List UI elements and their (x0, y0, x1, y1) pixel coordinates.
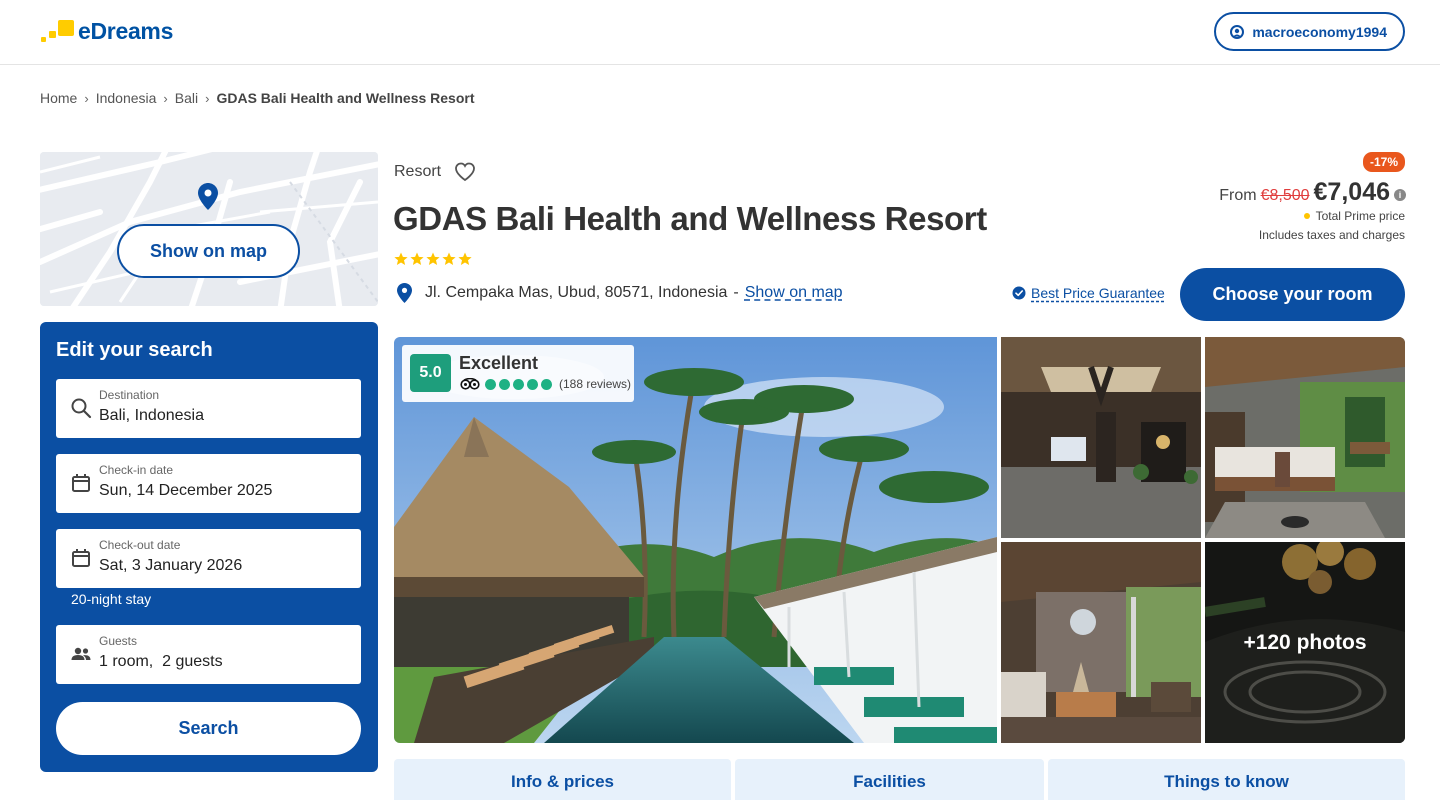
tab-facilities[interactable]: Facilities (735, 759, 1044, 800)
show-on-map-link[interactable]: Show on map (745, 284, 843, 302)
prime-label: Total Prime price (1315, 209, 1405, 223)
search-panel-title: Edit your search (56, 339, 213, 361)
guarantee-label: Best Price Guarantee (1031, 285, 1165, 301)
best-price-guarantee-link[interactable]: Best Price Guarantee (1012, 285, 1165, 301)
address-row: Jl. Cempaka Mas, Ubud, 80571, Indonesia … (397, 283, 843, 303)
rating-card[interactable]: 5.0 Excellent (188 reviews) (402, 345, 634, 402)
rating-dot (485, 378, 496, 390)
photo-lobby[interactable] (1001, 337, 1201, 538)
calendar-icon (72, 549, 90, 567)
checkout-value: Sat, 3 January 2026 (99, 557, 243, 574)
prime-dot-icon (1303, 213, 1310, 219)
search-button[interactable]: Search (56, 702, 361, 755)
logo-mark-icon (40, 18, 76, 44)
destination-value: Bali, Indonesia (99, 407, 204, 424)
rating-label: Excellent (459, 353, 539, 373)
rating-dots: (188 reviews) (460, 377, 631, 391)
hotel-name: GDAS Bali Health and Wellness Resort (393, 200, 987, 237)
breadcrumb-current: GDAS Bali Health and Wellness Resort (216, 90, 475, 106)
rating-dot (541, 378, 552, 390)
star-rating (394, 252, 472, 266)
current-price: €7,046 (1313, 178, 1390, 206)
breadcrumb-region[interactable]: Bali (175, 90, 198, 106)
star-icon (394, 252, 408, 265)
hotel-type: Resort (394, 163, 442, 180)
star-icon (410, 252, 424, 265)
rating-dot (527, 378, 538, 390)
rating-score: 5.0 (410, 354, 451, 392)
destination-field[interactable]: Destination Bali, Indonesia (56, 379, 361, 438)
guests-label: Guests (99, 634, 138, 648)
star-icon (458, 252, 472, 265)
photo-bedroom[interactable] (1205, 337, 1405, 538)
photo-living-room[interactable] (1001, 542, 1201, 743)
tab-info-prices[interactable]: Info & prices (394, 759, 731, 800)
rating-dot (499, 378, 510, 390)
hotel-type-row: Resort (394, 162, 476, 182)
from-label: From (1219, 187, 1257, 204)
prime-price-note: Total Prime price (1303, 209, 1405, 223)
guests-field[interactable]: Guests 1 room, 2 guests (56, 625, 361, 684)
location-pin-icon (397, 283, 412, 303)
checkout-label: Check-out date (99, 538, 181, 552)
old-price: €8,500 (1260, 187, 1310, 204)
choose-room-button[interactable]: Choose your room (1180, 268, 1405, 321)
logo-text: eDreams (78, 17, 174, 44)
info-icon[interactable]: i (1394, 189, 1406, 201)
tripadvisor-owl-icon (460, 378, 480, 390)
guests-value: 1 room, 2 guests (99, 653, 223, 670)
stay-length-note: 20-night stay (71, 591, 152, 607)
user-name: macroeconomy1994 (1252, 23, 1387, 40)
breadcrumb-home[interactable]: Home (40, 90, 77, 106)
search-icon (71, 398, 92, 419)
checkin-field[interactable]: Check-in date Sun, 14 December 2025 (56, 454, 361, 513)
photo-night-stairs[interactable]: +120 photos (1205, 542, 1405, 743)
user-account-button[interactable]: macroeconomy1994 (1214, 12, 1405, 51)
show-on-map-button[interactable]: Show on map (117, 224, 300, 278)
breadcrumb-country[interactable]: Indonesia (96, 90, 157, 106)
heart-icon[interactable] (454, 162, 476, 182)
detail-tabs: Info & prices Facilities Things to know (394, 759, 1405, 800)
checkout-field[interactable]: Check-out date Sat, 3 January 2026 (56, 529, 361, 588)
destination-label: Destination (99, 388, 160, 402)
taxes-note: Includes taxes and charges (1258, 228, 1405, 242)
review-count: (188 reviews) (559, 377, 632, 391)
star-icon (442, 252, 456, 265)
people-icon (71, 647, 91, 660)
hotel-address: Jl. Cempaka Mas, Ubud, 80571, Indonesia (425, 284, 728, 301)
checkin-label: Check-in date (99, 463, 174, 477)
more-photos-overlay[interactable]: +120 photos (1205, 542, 1405, 743)
star-icon (426, 252, 440, 265)
living-room-image (1001, 542, 1201, 743)
chevron-right-icon: › (205, 90, 210, 106)
discount-badge: -17% (1362, 152, 1405, 172)
chevron-right-icon: › (84, 90, 89, 106)
lobby-image (1001, 337, 1201, 538)
breadcrumb: Home › Indonesia › Bali › GDAS Bali Heal… (40, 90, 475, 106)
edreams-logo[interactable]: eDreams (40, 18, 173, 44)
user-icon (1230, 24, 1245, 39)
map-pin-icon (198, 183, 218, 210)
edit-search-panel: Edit your search Destination Bali, Indon… (40, 322, 378, 772)
rating-dot (513, 378, 524, 390)
calendar-icon (72, 474, 90, 492)
bedroom-image (1205, 337, 1405, 538)
chevron-right-icon: › (163, 90, 168, 106)
top-header: eDreams macroeconomy1994 (0, 0, 1440, 65)
tab-things-to-know[interactable]: Things to know (1048, 759, 1405, 800)
checkin-value: Sun, 14 December 2025 (99, 482, 273, 499)
price-row: From €8,500 €7,046 i (1219, 178, 1406, 207)
address-separator: - (733, 284, 739, 301)
verified-badge-icon (1012, 286, 1026, 300)
